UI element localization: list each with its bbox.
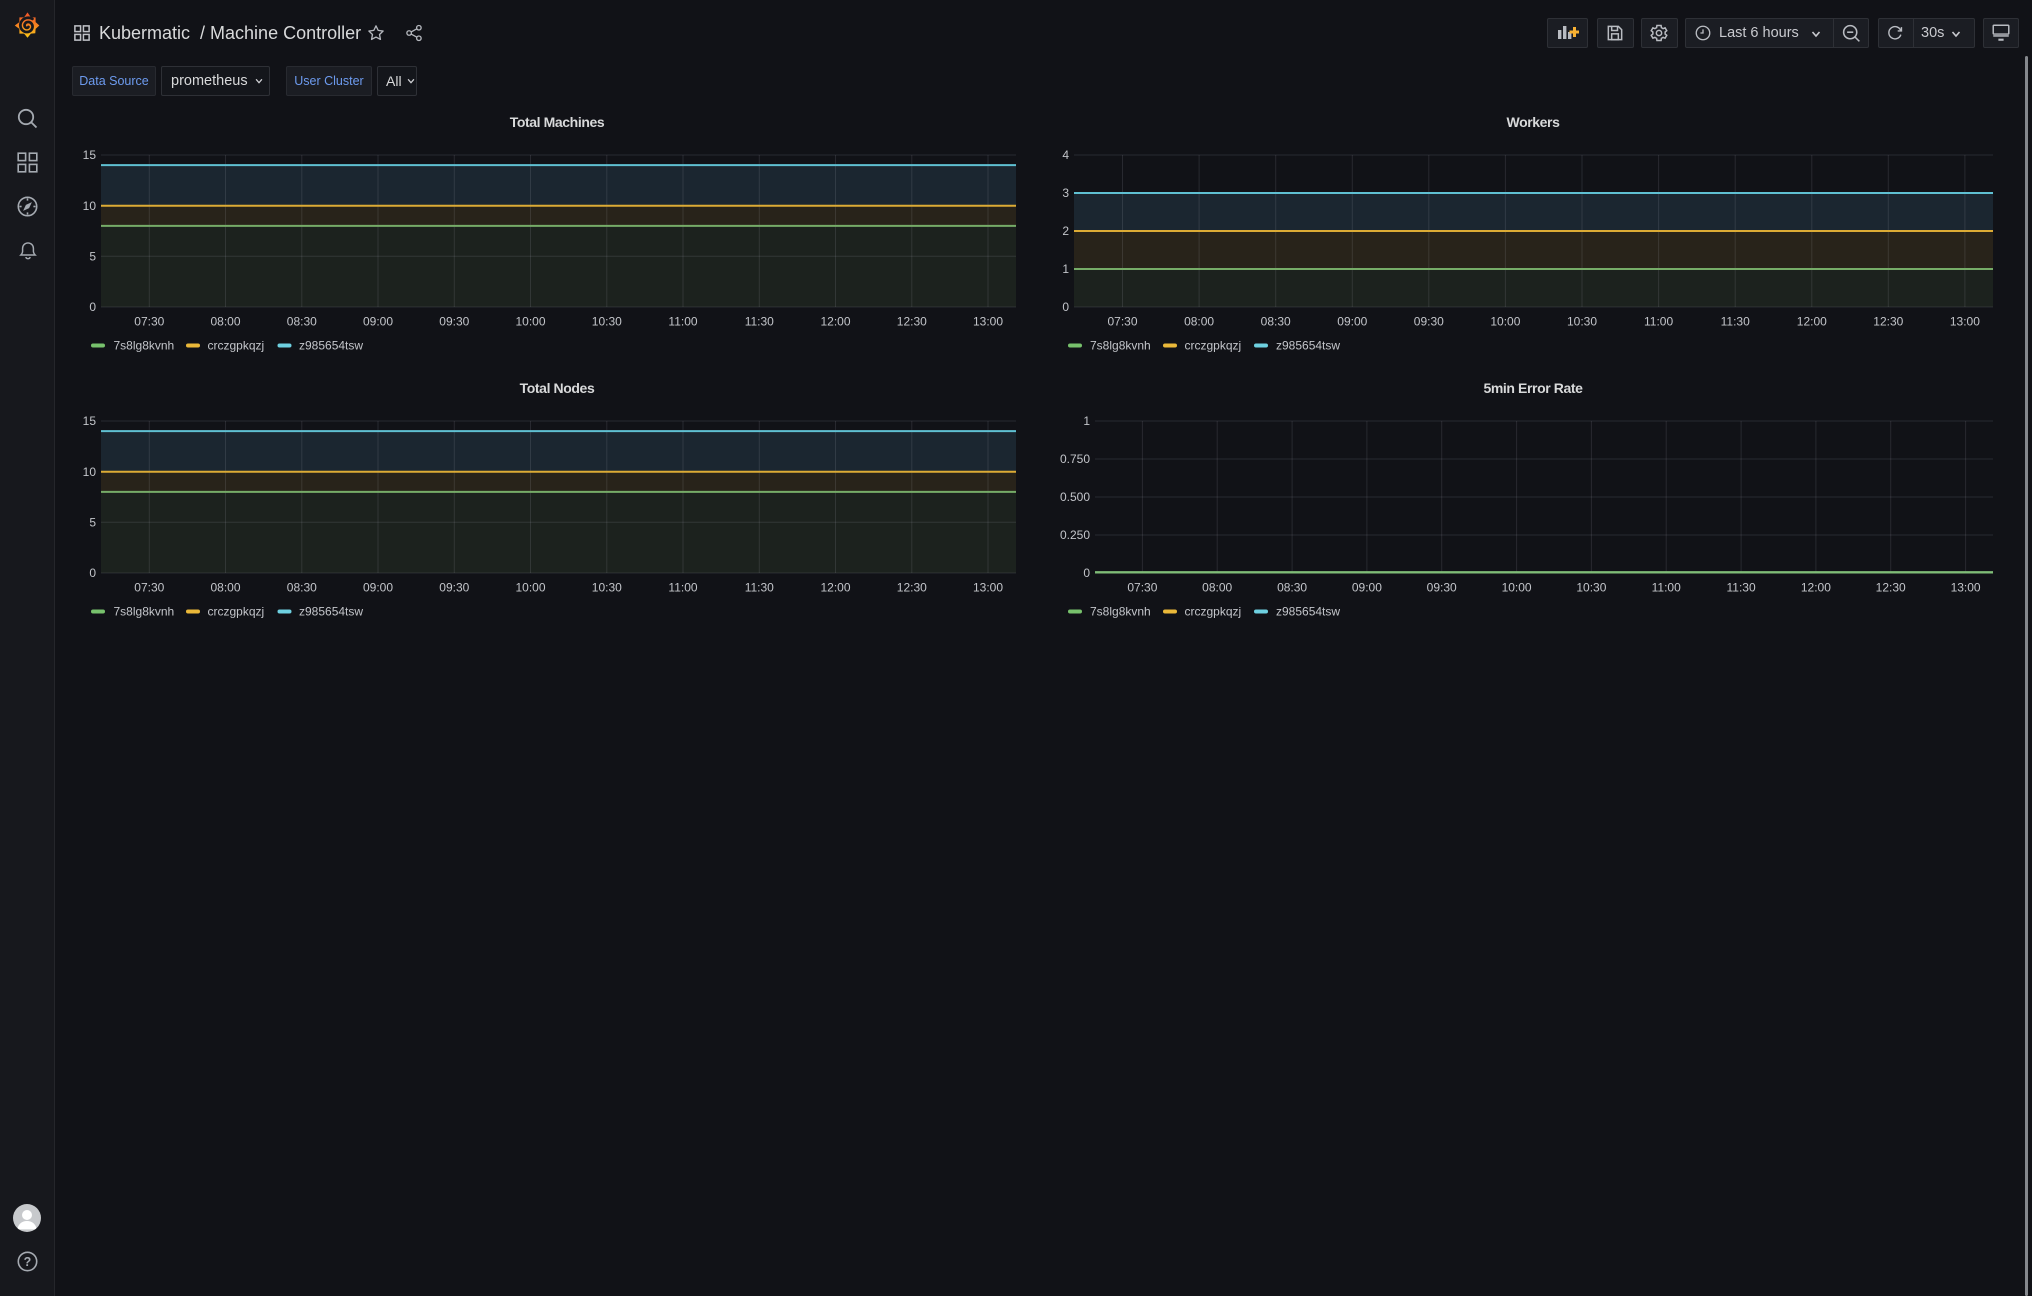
svg-text:10:00: 10:00 <box>515 581 545 595</box>
svg-text:13:00: 13:00 <box>1950 315 1980 329</box>
svg-text:08:30: 08:30 <box>1261 315 1291 329</box>
svg-text:08:00: 08:00 <box>210 581 240 595</box>
svg-text:13:00: 13:00 <box>1951 581 1981 595</box>
svg-text:11:00: 11:00 <box>668 581 697 595</box>
svg-text:10:30: 10:30 <box>592 315 622 329</box>
svg-text:13:00: 13:00 <box>973 315 1003 329</box>
svg-text:11:00: 11:00 <box>1644 315 1673 329</box>
svg-text:15: 15 <box>83 414 97 428</box>
svg-text:10: 10 <box>83 465 97 479</box>
svg-text:7s8lg8kvnh: 7s8lg8kvnh <box>114 605 175 619</box>
svg-text:5: 5 <box>89 516 96 530</box>
svg-text:z985654tsw: z985654tsw <box>299 339 363 353</box>
svg-text:11:30: 11:30 <box>1727 581 1756 595</box>
svg-text:0.250: 0.250 <box>1060 528 1090 542</box>
svg-text:12:00: 12:00 <box>820 315 850 329</box>
svg-text:10:30: 10:30 <box>1567 315 1597 329</box>
svg-text:10:30: 10:30 <box>592 581 622 595</box>
svg-text:z985654tsw: z985654tsw <box>299 605 363 619</box>
svg-text:7s8lg8kvnh: 7s8lg8kvnh <box>1090 605 1151 619</box>
svg-text:12:00: 12:00 <box>1797 315 1827 329</box>
svg-text:10:30: 10:30 <box>1576 581 1606 595</box>
svg-text:11:30: 11:30 <box>745 581 774 595</box>
svg-text:crczgpkqzj: crczgpkqzj <box>208 605 265 619</box>
svg-text:10:00: 10:00 <box>515 315 545 329</box>
svg-text:1: 1 <box>1062 262 1069 276</box>
svg-text:?: ? <box>24 1255 32 1269</box>
svg-text:08:00: 08:00 <box>1202 581 1232 595</box>
svg-text:12:00: 12:00 <box>820 581 850 595</box>
svg-text:09:30: 09:30 <box>439 315 469 329</box>
svg-text:Total Nodes: Total Nodes <box>520 380 595 396</box>
svg-text:z985654tsw: z985654tsw <box>1276 339 1340 353</box>
svg-text:12:30: 12:30 <box>1876 581 1906 595</box>
svg-text:7s8lg8kvnh: 7s8lg8kvnh <box>1090 339 1151 353</box>
svg-text:09:30: 09:30 <box>1414 315 1444 329</box>
svg-text:09:00: 09:00 <box>1337 315 1367 329</box>
svg-text:07:30: 07:30 <box>134 315 164 329</box>
svg-text:10:00: 10:00 <box>1490 315 1520 329</box>
svg-text:12:00: 12:00 <box>1801 581 1831 595</box>
svg-text:crczgpkqzj: crczgpkqzj <box>1185 339 1242 353</box>
svg-text:crczgpkqzj: crczgpkqzj <box>1185 605 1242 619</box>
svg-text:12:30: 12:30 <box>897 581 927 595</box>
svg-text:10:00: 10:00 <box>1502 581 1532 595</box>
svg-text:09:00: 09:00 <box>363 315 393 329</box>
svg-text:0: 0 <box>89 300 96 314</box>
svg-text:09:30: 09:30 <box>439 581 469 595</box>
svg-text:0.500: 0.500 <box>1060 490 1090 504</box>
svg-text:12:30: 12:30 <box>1873 315 1903 329</box>
svg-text:08:00: 08:00 <box>1184 315 1214 329</box>
svg-text:11:00: 11:00 <box>668 315 697 329</box>
svg-text:4: 4 <box>1062 148 1069 162</box>
svg-text:11:30: 11:30 <box>745 315 774 329</box>
svg-text:13:00: 13:00 <box>973 581 1003 595</box>
svg-text:15: 15 <box>83 148 97 162</box>
svg-text:11:00: 11:00 <box>1652 581 1681 595</box>
svg-text:07:30: 07:30 <box>1127 581 1157 595</box>
svg-text:08:30: 08:30 <box>287 315 317 329</box>
svg-text:2: 2 <box>1062 224 1069 238</box>
svg-text:07:30: 07:30 <box>134 581 164 595</box>
svg-text:09:00: 09:00 <box>363 581 393 595</box>
svg-text:7s8lg8kvnh: 7s8lg8kvnh <box>114 339 175 353</box>
svg-text:10: 10 <box>83 199 97 213</box>
svg-text:0: 0 <box>89 566 96 580</box>
svg-text:0: 0 <box>1083 566 1090 580</box>
svg-text:0: 0 <box>1062 300 1069 314</box>
svg-text:Total Machines: Total Machines <box>510 114 605 130</box>
svg-text:Workers: Workers <box>1507 114 1561 130</box>
svg-text:z985654tsw: z985654tsw <box>1276 605 1340 619</box>
svg-text:1: 1 <box>1083 414 1090 428</box>
svg-text:5min Error Rate: 5min Error Rate <box>1483 380 1583 396</box>
svg-text:09:00: 09:00 <box>1352 581 1382 595</box>
svg-text:0.750: 0.750 <box>1060 452 1090 466</box>
svg-text:5: 5 <box>89 250 96 264</box>
svg-text:09:30: 09:30 <box>1427 581 1457 595</box>
svg-text:08:00: 08:00 <box>210 315 240 329</box>
svg-text:3: 3 <box>1062 186 1069 200</box>
svg-text:11:30: 11:30 <box>1721 315 1750 329</box>
svg-text:12:30: 12:30 <box>897 315 927 329</box>
svg-text:08:30: 08:30 <box>1277 581 1307 595</box>
svg-text:08:30: 08:30 <box>287 581 317 595</box>
svg-text:07:30: 07:30 <box>1107 315 1137 329</box>
svg-text:crczgpkqzj: crczgpkqzj <box>208 339 265 353</box>
